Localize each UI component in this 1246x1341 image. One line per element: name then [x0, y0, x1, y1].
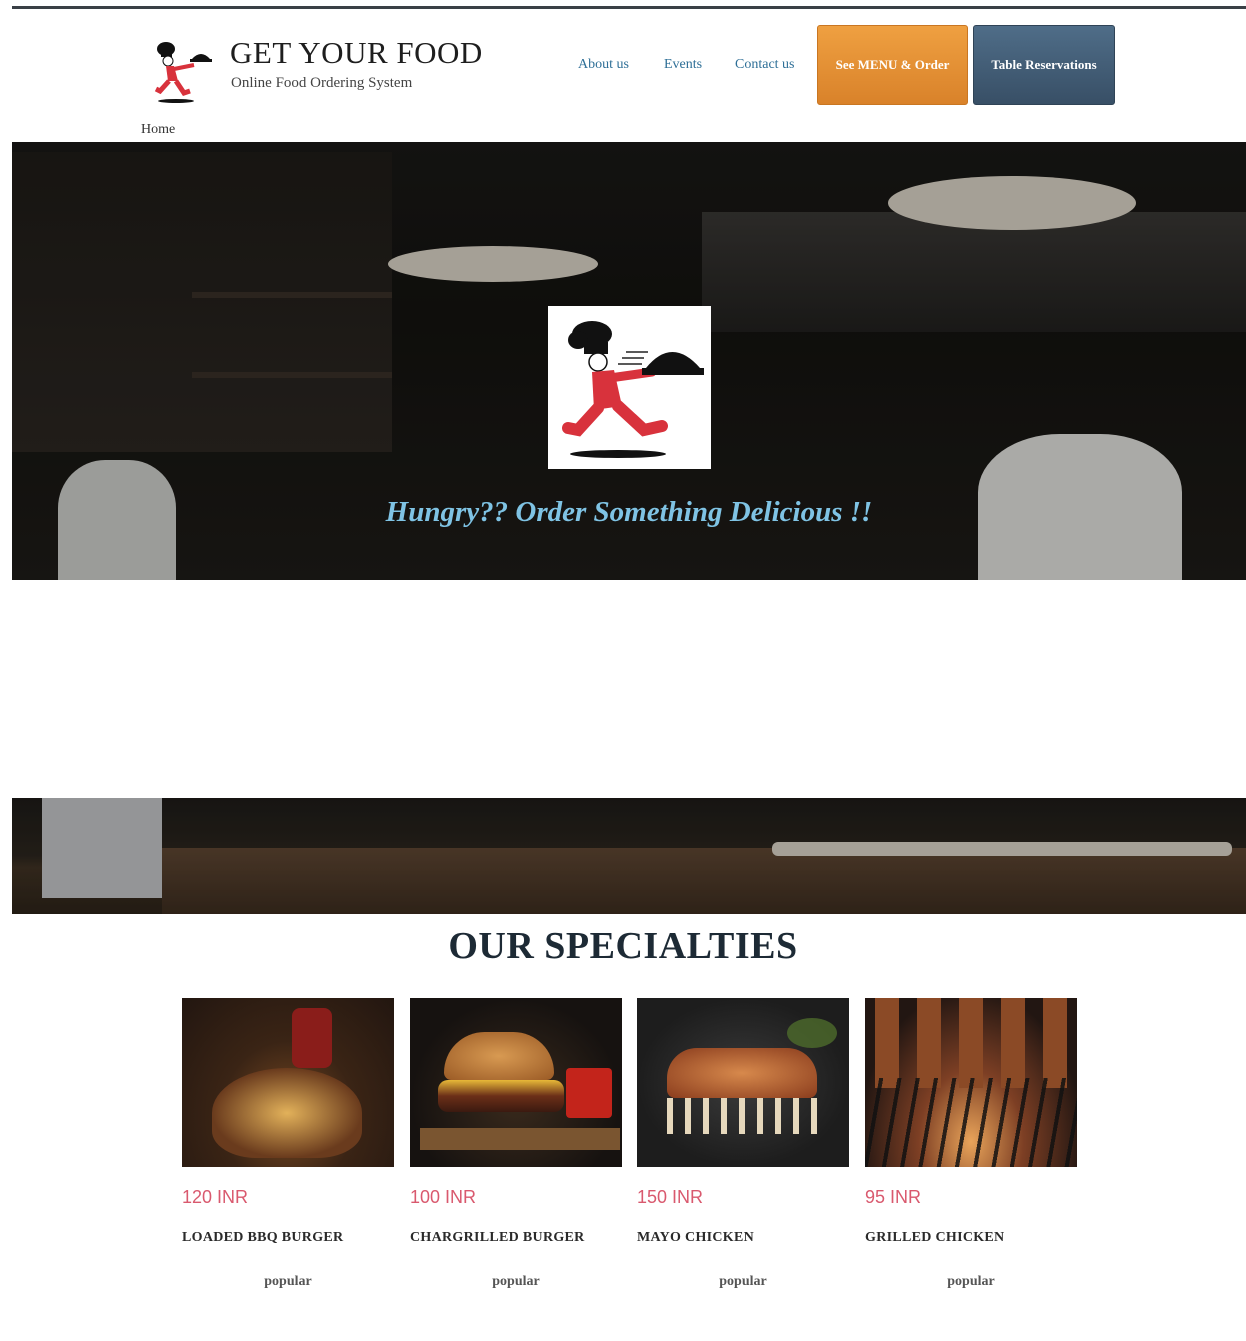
- dish-name[interactable]: GRILLED CHICKEN: [865, 1230, 1077, 1246]
- dish-name[interactable]: LOADED BBQ BURGER: [182, 1230, 394, 1246]
- drink-bottle-illustration: [292, 1008, 332, 1068]
- site-header: GET YOUR FOOD Online Food Ordering Syste…: [0, 9, 1246, 121]
- meat-illustration: [667, 1048, 817, 1098]
- herb-illustration: [787, 1018, 837, 1048]
- hero-tagline: Hungry?? Order Something Delicious !!: [385, 496, 873, 528]
- specialties-title: OUR SPECIALTIES: [448, 925, 798, 967]
- nav-contact-us[interactable]: Contact us: [735, 57, 795, 73]
- nav-events[interactable]: Events: [664, 57, 702, 73]
- board-illustration: [420, 1128, 620, 1150]
- bun-top-illustration: [444, 1032, 554, 1080]
- hero-banner: Hungry?? Order Something Delicious !!: [12, 142, 1246, 580]
- see-menu-order-button[interactable]: See MENU & Order: [817, 25, 968, 105]
- price: 150 INR: [637, 1187, 704, 1207]
- dish-name[interactable]: CHARGRILLED BURGER: [410, 1230, 622, 1246]
- popular-tag: popular: [492, 1274, 540, 1289]
- popular-tag: popular: [719, 1274, 767, 1289]
- loaded-bbq-burger-image[interactable]: [182, 998, 394, 1167]
- brand-subtitle: Online Food Ordering System: [231, 75, 413, 91]
- chef-logo-large-icon: [562, 321, 704, 458]
- breadcrumb[interactable]: Home: [141, 122, 175, 138]
- specialty-card[interactable]: 120 INR LOADED BBQ BURGER popular: [182, 998, 394, 1290]
- brand-title[interactable]: GET YOUR FOOD: [230, 35, 483, 71]
- price: 95 INR: [865, 1187, 922, 1207]
- specialty-card[interactable]: 100 INR CHARGRILLED BURGER popular: [410, 998, 622, 1290]
- patty-illustration: [438, 1080, 564, 1112]
- chef-logo-icon[interactable]: [152, 35, 214, 105]
- popular-tag: popular: [264, 1274, 312, 1289]
- nav-about-us[interactable]: About us: [578, 57, 629, 73]
- specialty-card[interactable]: 150 INR MAYO CHICKEN popular: [637, 998, 849, 1290]
- price: 120 INR: [182, 1187, 249, 1207]
- ribs-illustration: [667, 1098, 817, 1134]
- chargrilled-burger-image[interactable]: [410, 998, 622, 1167]
- specialties-banner: [12, 798, 1246, 914]
- skewers-illustration: [865, 998, 1077, 1088]
- grill-bars-illustration: [865, 1078, 1077, 1167]
- burger-illustration: [212, 1068, 362, 1158]
- price: 100 INR: [410, 1187, 477, 1207]
- popular-tag: popular: [947, 1274, 995, 1289]
- grilled-chicken-image[interactable]: [865, 998, 1077, 1167]
- dish-name[interactable]: MAYO CHICKEN: [637, 1230, 849, 1246]
- band-overlay: [12, 798, 1246, 914]
- mayo-chicken-image[interactable]: [637, 998, 849, 1167]
- table-reservations-button[interactable]: Table Reservations: [973, 25, 1115, 105]
- mug-illustration: [566, 1068, 612, 1118]
- specialty-card[interactable]: 95 INR GRILLED CHICKEN popular: [865, 998, 1077, 1290]
- hero-logo: [548, 306, 711, 469]
